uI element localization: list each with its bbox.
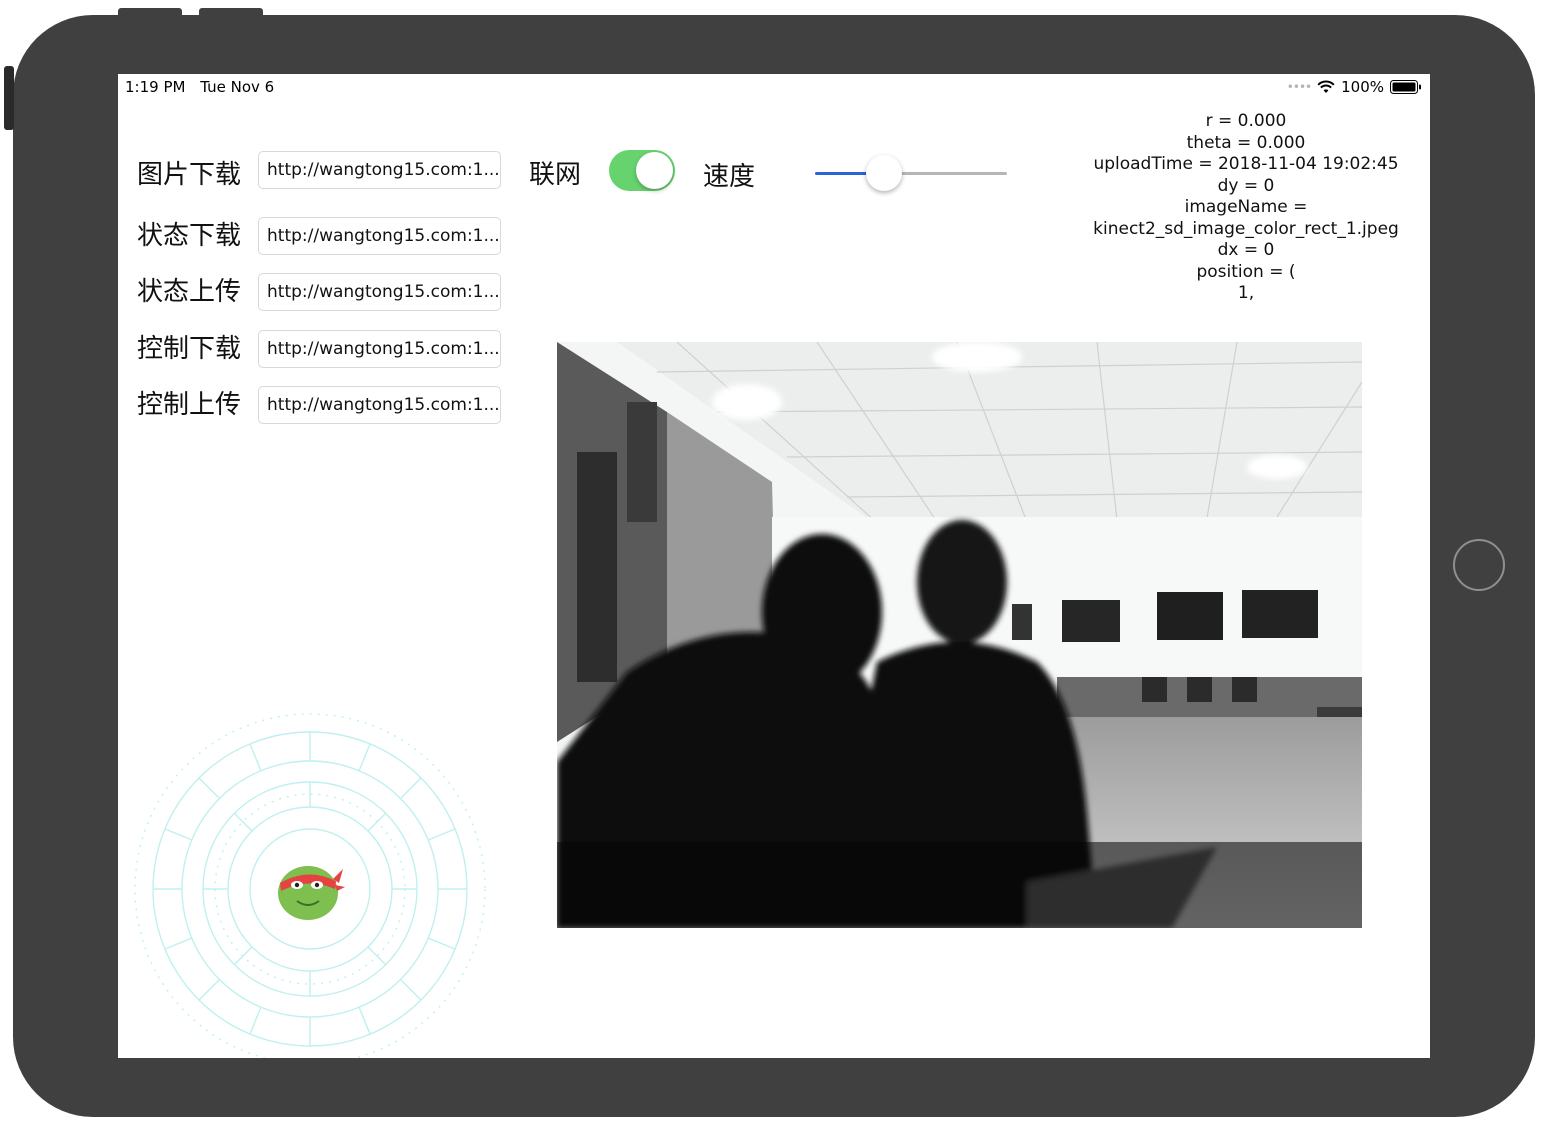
status-upload-url-field[interactable]: http://wangtong15.com:1... <box>258 273 501 311</box>
info-line: position = ( <box>1196 261 1296 282</box>
app-screen: 1:19 PM Tue Nov 6 •••• 100% 图片下载 http://… <box>118 74 1430 1058</box>
signal-dots-icon: •••• <box>1286 80 1312 94</box>
control-upload-label: 控制上传 <box>137 390 242 420</box>
image-download-label: 图片下载 <box>137 160 242 190</box>
network-toggle[interactable] <box>609 150 675 191</box>
turtle-knob-icon[interactable] <box>275 855 345 925</box>
battery-percent: 100% <box>1341 78 1384 96</box>
status-time: 1:19 PM <box>125 78 186 96</box>
image-download-url-field[interactable]: http://wangtong15.com:1... <box>258 151 501 189</box>
status-download-label: 状态下载 <box>137 221 242 251</box>
control-upload-url-field[interactable]: http://wangtong15.com:1... <box>258 386 501 424</box>
status-upload-label: 状态上传 <box>137 277 242 307</box>
info-line: kinect2_sd_image_color_rect_1.jpeg <box>1093 218 1399 239</box>
control-download-url-field[interactable]: http://wangtong15.com:1... <box>258 330 501 368</box>
camera-feed-image <box>557 342 1362 928</box>
slider-track <box>884 172 1007 175</box>
info-line: 1, <box>1237 283 1255 303</box>
joystick-control[interactable] <box>128 699 508 1058</box>
side-button <box>4 66 14 130</box>
status-date: Tue Nov 6 <box>200 78 275 96</box>
slider-thumb[interactable] <box>866 155 903 191</box>
wifi-icon <box>1317 80 1335 94</box>
info-line: dy = 0 <box>1217 175 1275 196</box>
status-bar-left: 1:19 PM Tue Nov 6 <box>125 78 284 96</box>
status-bar-right: •••• 100% <box>1287 78 1422 96</box>
info-line: imageName = <box>1184 197 1308 217</box>
info-line: r = 0.000 <box>1205 111 1287 131</box>
battery-icon <box>1390 80 1422 94</box>
status-info-readout: r = 0.000 theta = 0.000 uploadTime = 2018-… <box>1088 111 1404 305</box>
home-button[interactable] <box>1453 539 1505 591</box>
speed-label: 速度 <box>703 162 756 192</box>
speed-slider[interactable] <box>815 155 1007 191</box>
info-line: theta = 0.000 <box>1186 132 1306 153</box>
control-download-label: 控制下载 <box>137 334 242 364</box>
info-line: dx = 0 <box>1217 240 1275 260</box>
volume-button <box>199 8 263 18</box>
network-label: 联网 <box>529 160 582 190</box>
status-download-url-field[interactable]: http://wangtong15.com:1... <box>258 217 501 255</box>
volume-button <box>118 8 182 18</box>
info-line: uploadTime = 2018-11-04 19:02:45 <box>1093 154 1399 174</box>
toggle-knob <box>636 152 673 189</box>
